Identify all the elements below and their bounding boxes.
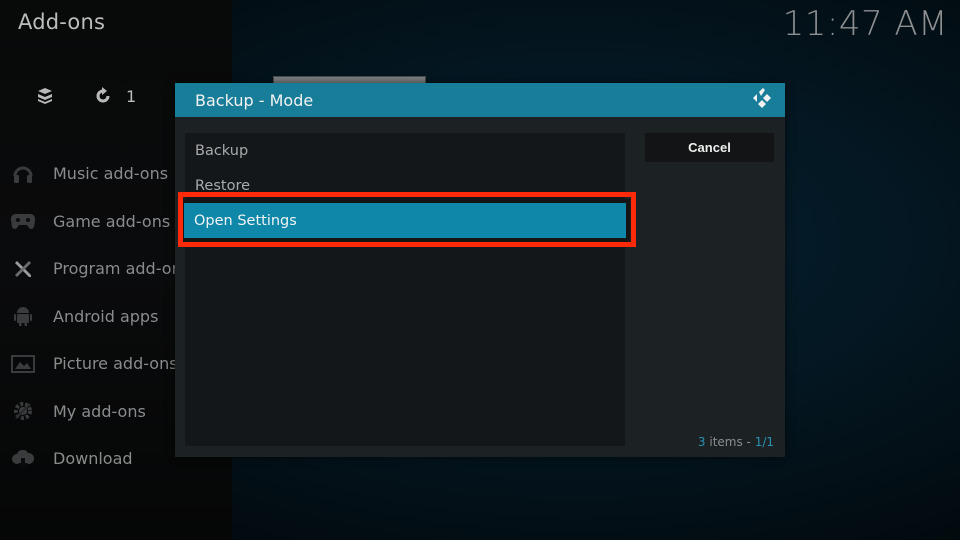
items-count-label: 3 items - 1/1 [698,435,774,449]
kodi-logo-icon [751,86,775,114]
items-word: items - [705,435,755,449]
headphones-icon [10,162,36,186]
picture-icon [10,352,36,376]
sidebar-item-label: Game add-ons [53,211,171,231]
pencil-ruler-icon [10,257,36,281]
cancel-button[interactable]: Cancel [645,133,774,162]
android-icon [10,304,36,328]
sidebar-item-label: My add-ons [53,401,146,421]
option-open-settings[interactable]: Open Settings [180,199,630,242]
option-restore[interactable]: Restore [185,168,625,203]
option-backup[interactable]: Backup [185,133,625,168]
gear-wrench-icon [10,399,36,423]
update-count: 1 [126,86,137,106]
backup-mode-dialog: Backup - Mode Backup Restore Open Settin… [175,83,785,457]
dialog-title: Backup - Mode [195,90,314,110]
sidebar-item-label: Picture add-ons [53,354,178,374]
sidebar-item-label: Android apps [53,306,159,326]
page-indicator: 1/1 [754,435,774,449]
options-list: Backup Restore Open Settings [180,133,630,446]
dialog-side-panel: Cancel [645,133,775,162]
addon-box-icon[interactable] [34,85,56,107]
clock: 11:47 AM [782,4,948,44]
gamepad-icon [10,209,36,233]
top-icon-bar: 1 [34,84,136,108]
sidebar-item-label: Music add-ons [53,164,169,184]
cloud-download-icon [10,447,36,471]
dialog-header: Backup - Mode [175,83,785,117]
sidebar-item-label: Download [53,449,133,469]
page-title: Add-ons [18,10,106,34]
refresh-icon[interactable] [92,85,114,107]
items-count: 3 [697,435,706,449]
sidebar-item-label: Program add-ons [53,259,191,279]
